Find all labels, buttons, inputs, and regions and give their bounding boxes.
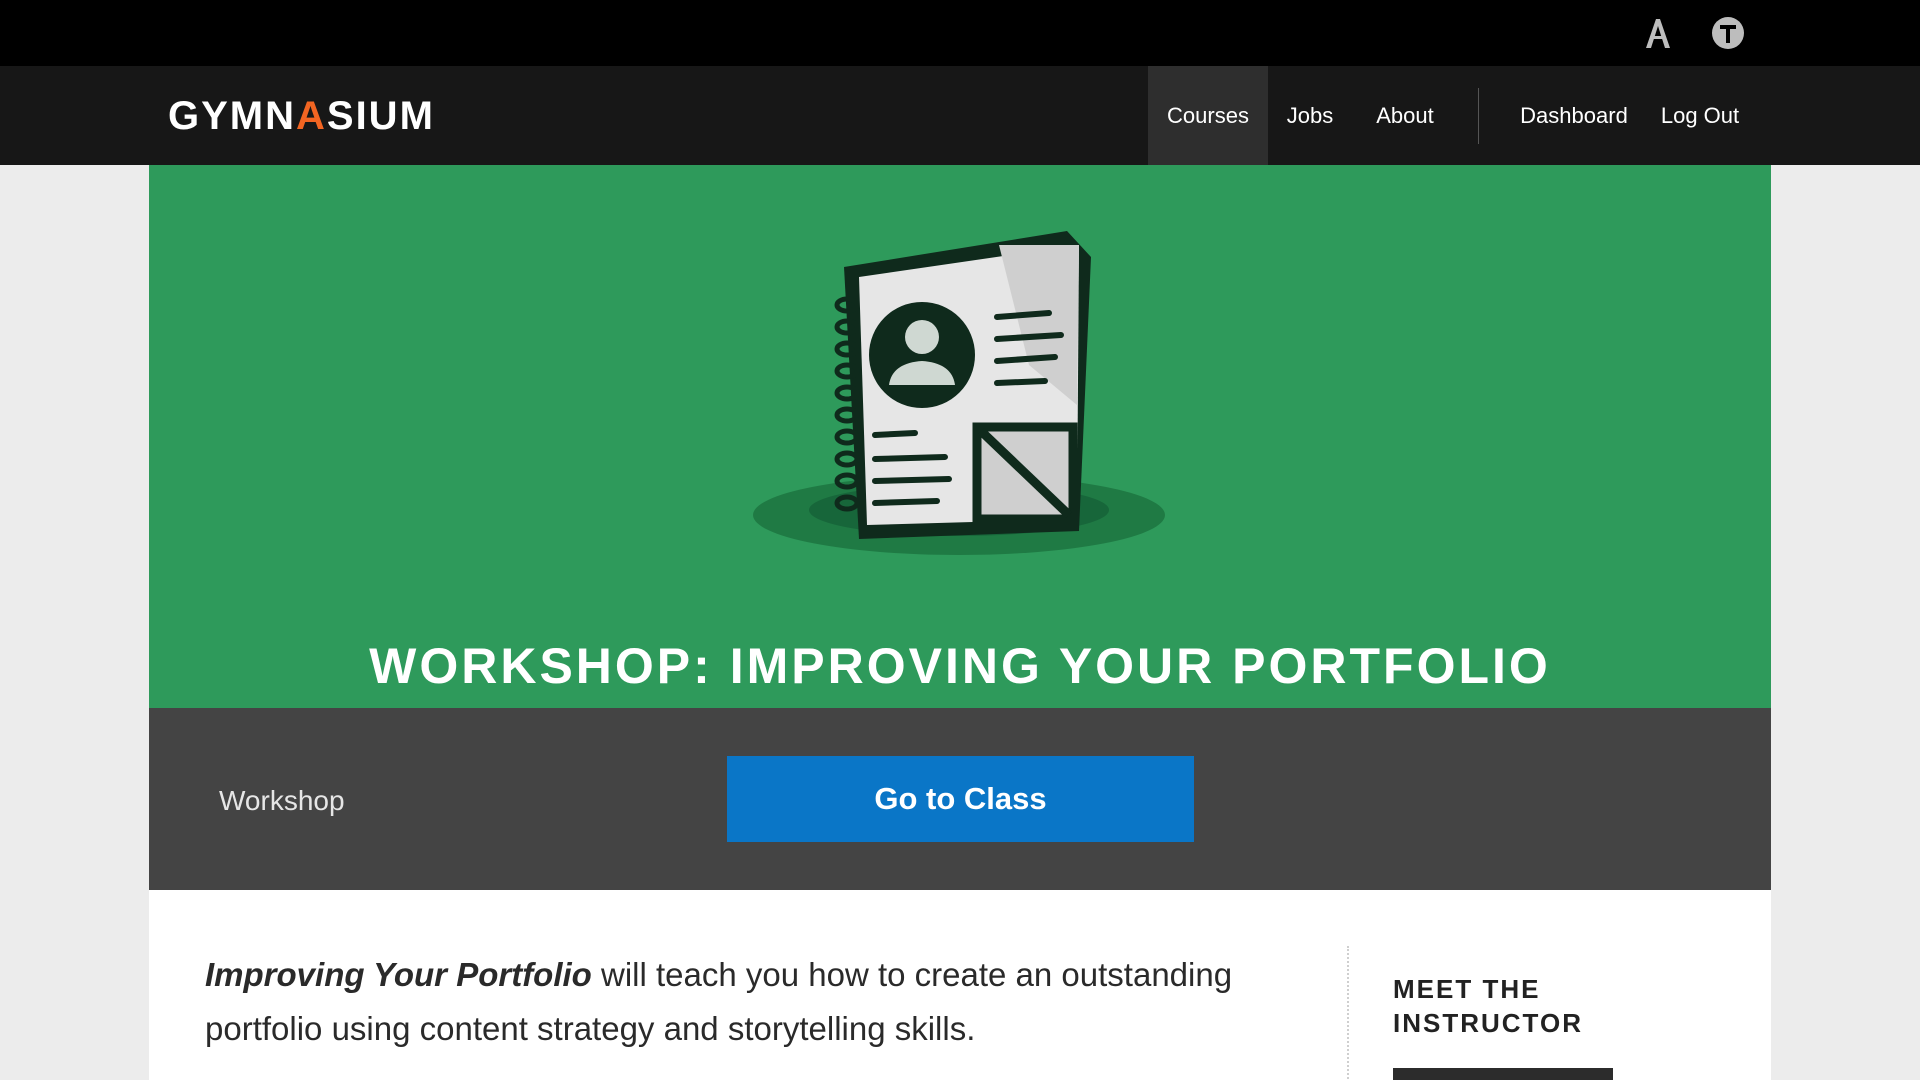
portfolio-notebook-icon	[753, 231, 1165, 555]
nav-divider	[1478, 88, 1479, 144]
go-to-class-button[interactable]: Go to Class	[727, 756, 1194, 842]
logo-text-end: SIUM	[326, 94, 435, 138]
nav-dashboard[interactable]: Dashboard	[1506, 66, 1642, 165]
main-navbar: GYMNASIUM Courses Jobs About Dashboard L…	[0, 66, 1920, 165]
course-title: WORKSHOP: IMPROVING YOUR PORTFOLIO	[369, 638, 1551, 694]
course-intro: Improving Your Portfolio will teach you …	[205, 948, 1265, 1056]
course-action-bar: Workshop Go to Class	[149, 708, 1771, 890]
logo-text-accent: A	[296, 94, 327, 138]
gymnasium-logo[interactable]: GYMNASIUM	[168, 94, 435, 138]
course-name-emphasis: Improving Your Portfolio	[205, 956, 592, 993]
course-type-label: Workshop	[219, 785, 345, 816]
adobe-a-icon[interactable]	[1641, 16, 1675, 50]
instructor-photo	[1393, 1068, 1613, 1080]
t-circle-icon[interactable]	[1711, 16, 1745, 50]
nav-logout[interactable]: Log Out	[1652, 66, 1748, 165]
top-bar	[0, 0, 1920, 66]
meet-instructor-heading: MEET THE INSTRUCTOR	[1393, 974, 1583, 1038]
course-content: Improving Your Portfolio will teach you …	[149, 890, 1771, 1080]
logo-text-start: GYMN	[168, 94, 296, 138]
nav-jobs[interactable]: Jobs	[1268, 66, 1352, 165]
hero-banner	[149, 165, 1771, 708]
sidebar-divider	[1347, 946, 1349, 1080]
nav-courses[interactable]: Courses	[1148, 66, 1268, 165]
nav-about[interactable]: About	[1352, 66, 1458, 165]
